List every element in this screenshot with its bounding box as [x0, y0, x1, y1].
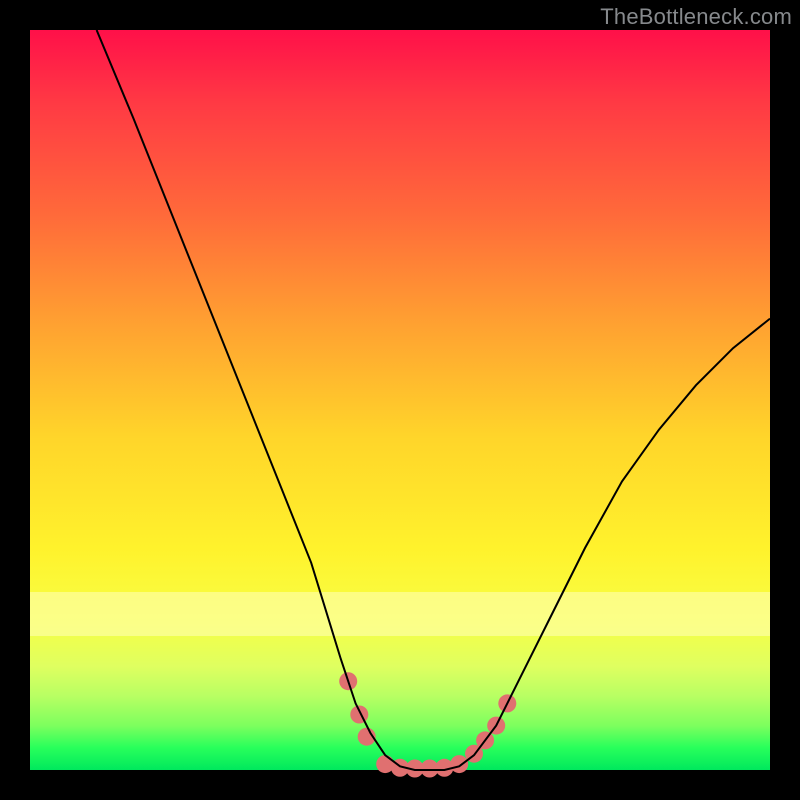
- attribution-watermark: TheBottleneck.com: [600, 4, 792, 30]
- chart-svg: [30, 30, 770, 770]
- chart-frame: TheBottleneck.com: [0, 0, 800, 800]
- highlight-dot: [450, 755, 468, 773]
- bottleneck-curve-path: [97, 30, 770, 770]
- highlight-dot: [350, 706, 368, 724]
